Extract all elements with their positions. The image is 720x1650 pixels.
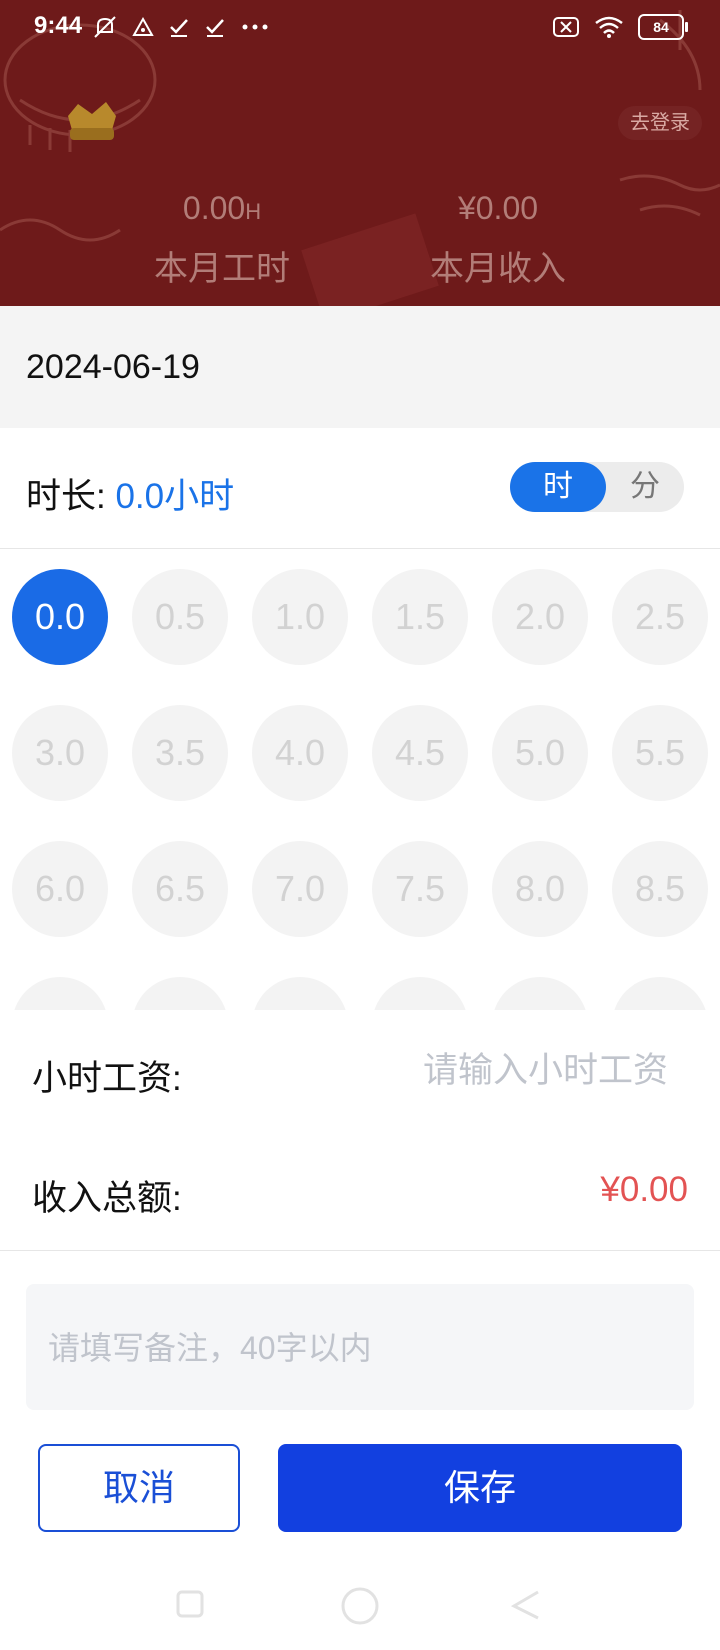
hourly-wage-label: 小时工资: bbox=[32, 1059, 182, 1098]
hour-option[interactable]: 2.0 bbox=[492, 569, 588, 665]
hour-option[interactable]: 5.5 bbox=[612, 705, 708, 801]
total-income-label: 收入总额: bbox=[32, 1179, 182, 1218]
hour-option[interactable]: 11.0 bbox=[492, 977, 588, 1010]
hour-option[interactable]: 6.5 bbox=[132, 841, 228, 937]
check-icon bbox=[206, 19, 224, 37]
hour-option[interactable]: 10.5 bbox=[372, 977, 468, 1010]
month-income-label: 本月收入 bbox=[430, 250, 566, 288]
vip-crown-icon bbox=[68, 102, 116, 140]
hour-option[interactable]: 4.0 bbox=[252, 705, 348, 801]
hour-option[interactable]: 11.5 bbox=[612, 977, 708, 1010]
close-box-icon bbox=[553, 17, 579, 37]
note-box bbox=[26, 1284, 694, 1410]
month-hours-stat: 0.00H 本月工时 bbox=[112, 190, 332, 290]
hour-option[interactable]: 4.5 bbox=[372, 705, 468, 801]
date-text: 2024-06-19 bbox=[26, 347, 200, 386]
hour-option[interactable]: 6.0 bbox=[12, 841, 108, 937]
triangle-icon bbox=[132, 16, 154, 36]
hourly-wage-input[interactable] bbox=[346, 1040, 670, 1102]
hour-option[interactable]: 8.5 bbox=[612, 841, 708, 937]
hour-option[interactable]: 1.5 bbox=[372, 569, 468, 665]
recent-apps-icon[interactable] bbox=[170, 1584, 210, 1624]
save-button[interactable]: 保存 bbox=[278, 1444, 682, 1532]
month-hours-label: 本月工时 bbox=[154, 250, 290, 288]
total-income-row: 收入总额: ¥0.00 bbox=[0, 1130, 720, 1251]
check-icon bbox=[170, 19, 188, 37]
note-input[interactable] bbox=[46, 1318, 670, 1378]
login-button[interactable]: 去登录 bbox=[618, 106, 702, 140]
hour-option[interactable]: 5.0 bbox=[492, 705, 588, 801]
month-hours-unit: H bbox=[245, 199, 262, 224]
hour-option[interactable]: 9.0 bbox=[12, 977, 108, 1010]
status-bar: 9:44 84 bbox=[0, 0, 720, 56]
silent-bell-icon bbox=[94, 16, 116, 38]
battery-icon: 84 bbox=[638, 14, 688, 40]
back-icon[interactable] bbox=[506, 1584, 546, 1624]
toggle-hour-option[interactable]: 时 bbox=[510, 462, 606, 512]
hour-option[interactable]: 2.5 bbox=[612, 569, 708, 665]
toggle-minute-option[interactable]: 分 bbox=[606, 462, 684, 512]
unit-toggle[interactable]: 时 分 bbox=[510, 462, 684, 512]
hour-option[interactable]: 1.0 bbox=[252, 569, 348, 665]
total-income-value: ¥0.00 bbox=[600, 1170, 688, 1209]
status-time: 9:44 bbox=[34, 12, 83, 39]
hour-option[interactable]: 8.0 bbox=[492, 841, 588, 937]
more-dots-icon bbox=[242, 24, 268, 30]
hour-option[interactable]: 3.0 bbox=[12, 705, 108, 801]
date-selector[interactable]: 2024-06-19 bbox=[0, 306, 720, 428]
hourly-wage-row: 小时工资: bbox=[0, 1010, 720, 1131]
header-banner: 9:44 84 去登录 0.00H 本月工时 ¥0.00 本月收入 bbox=[0, 0, 720, 306]
system-nav-bar bbox=[0, 1560, 720, 1650]
duration-value: 0.0小时 bbox=[115, 477, 235, 516]
hour-option[interactable]: 3.5 bbox=[132, 705, 228, 801]
month-hours-value: 0.00 bbox=[182, 190, 246, 226]
cancel-button[interactable]: 取消 bbox=[38, 1444, 240, 1532]
wifi-icon bbox=[595, 16, 623, 38]
hour-option[interactable]: 0.0 bbox=[12, 569, 108, 665]
hour-option[interactable]: 9.5 bbox=[132, 977, 228, 1010]
duration-label: 时长: bbox=[26, 477, 106, 516]
hour-option[interactable]: 7.5 bbox=[372, 841, 468, 937]
month-income-value: ¥0.00 bbox=[457, 190, 539, 226]
month-income-stat: ¥0.00 本月收入 bbox=[388, 190, 608, 290]
home-icon[interactable] bbox=[338, 1584, 382, 1628]
hour-options-grid: 0.0 0.5 1.0 1.5 2.0 2.5 3.0 3.5 4.0 4.5 5.0 5.5 6.0 6… bbox=[0, 549, 720, 1010]
hour-option[interactable]: 0.5 bbox=[132, 569, 228, 665]
hour-option[interactable]: 7.0 bbox=[252, 841, 348, 937]
hour-option[interactable]: 10.0 bbox=[252, 977, 348, 1010]
